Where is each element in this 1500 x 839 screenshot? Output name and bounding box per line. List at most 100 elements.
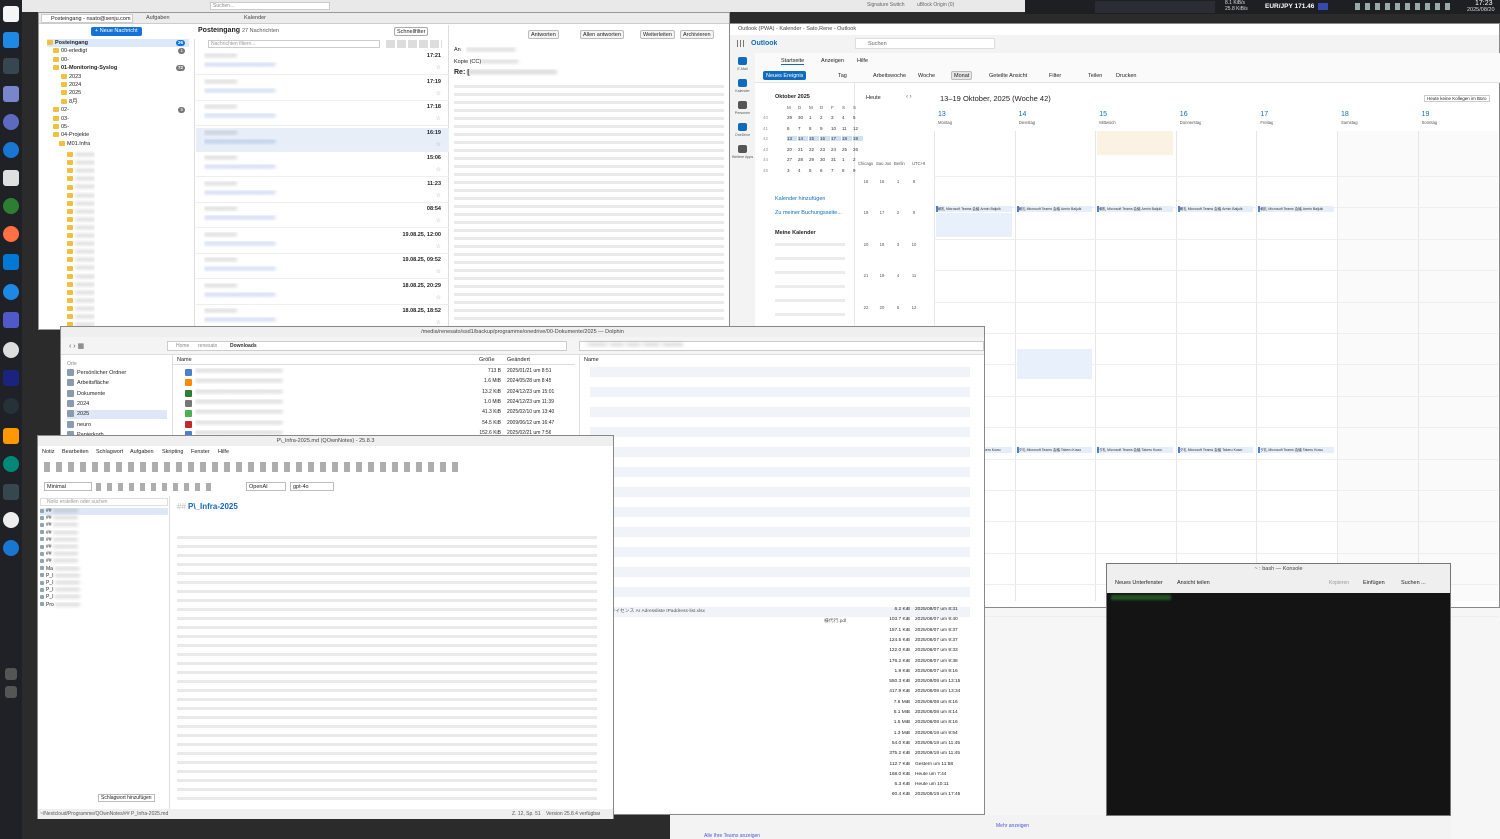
event-morning[interactable]: 朝礼 Microsoft Teams 会議 Armin Baljulk: [936, 206, 1012, 212]
subfolder-item[interactable]: xxxxxxxx: [67, 224, 95, 232]
note-search[interactable]: Notiz erstellen oder suchen: [40, 498, 168, 506]
rail-icon[interactable]: [738, 79, 747, 87]
file-name-blurred[interactable]: xxxxxxxxxxxxxxxxxxxxxxxxxxxxxxxxxxx: [195, 368, 445, 374]
col-name-right[interactable]: Name: [584, 357, 599, 363]
mini-day[interactable]: 3: [831, 115, 841, 120]
subfolder-item[interactable]: xxxxxxxx: [67, 175, 95, 183]
subfolder-item[interactable]: xxxxxxxx: [67, 200, 95, 208]
mini-day[interactable]: 27: [787, 157, 797, 162]
toolbar-button[interactable]: Drucken: [1113, 71, 1139, 80]
subfolder-item[interactable]: xxxxxxxx: [67, 192, 95, 200]
toolbar-button[interactable]: Arbeitswoche: [870, 71, 909, 80]
toolbar-button[interactable]: Teilen: [1085, 71, 1105, 80]
style-select[interactable]: Minimal: [44, 482, 92, 491]
day-number[interactable]: 17: [1260, 111, 1268, 118]
rail-icon[interactable]: [738, 123, 747, 131]
event-block[interactable]: [936, 213, 1012, 237]
tab-calendar[interactable]: Kalender: [235, 14, 327, 23]
mini-day[interactable]: 31: [831, 157, 841, 162]
quickfilter-button[interactable]: Schnellfilter: [394, 27, 429, 36]
folder-item[interactable]: 00-erledigt 1: [53, 47, 189, 55]
day-number[interactable]: 14: [1019, 111, 1027, 118]
note-item[interactable]: ## xxxxxxxxxx: [40, 537, 168, 544]
outlook-search[interactable]: Suchen: [855, 38, 995, 49]
message-row[interactable]: xxxxxxxxxxxx xxxxxxxxxxxxxxxxxxxxxxxxxx 15…: [196, 153, 449, 177]
mini-day[interactable]: 6: [787, 126, 797, 131]
subfolder-item[interactable]: xxxxxxxx: [67, 281, 95, 289]
ai-provider-select[interactable]: OpenAI: [246, 482, 286, 491]
no-colleagues-button[interactable]: Heute keine Kollegen im Büro: [1424, 95, 1490, 102]
folder-item[interactable]: 00-: [53, 56, 189, 64]
star-icon[interactable]: ☆: [436, 166, 441, 173]
breadcrumb-item[interactable]: Home: [176, 343, 189, 349]
outlook-icon[interactable]: [3, 254, 19, 270]
mini-day[interactable]: 25: [842, 147, 852, 152]
message-row[interactable]: xxxxxxxxxxxx xxxxxxxxxxxxxxxxxxxxxxxxxx 17…: [196, 77, 449, 101]
note-item[interactable]: ## xxxxxxxxxx: [40, 530, 168, 537]
date-range[interactable]: 13–19 Oktober, 2025 (Woche 42): [940, 94, 1051, 103]
app-icon-12[interactable]: [3, 342, 19, 358]
day-number[interactable]: 16: [1180, 111, 1188, 118]
breadcrumb-item[interactable]: Downloads: [230, 343, 257, 349]
app-icon-14[interactable]: [3, 398, 19, 414]
more-link[interactable]: Mehr anzeigen: [996, 823, 1029, 829]
subfolder-item[interactable]: xxxxxxxx: [67, 264, 95, 272]
app-icon-3[interactable]: [3, 86, 19, 102]
today-button[interactable]: Heute: [866, 95, 881, 101]
note-item[interactable]: ## xxxxxxxxxx: [40, 522, 168, 529]
note-item[interactable]: Ma xxxxxxxxxx: [40, 566, 168, 573]
subfolder-item[interactable]: xxxxxxxx: [67, 256, 95, 264]
toolbar-button[interactable]: Filter: [1046, 71, 1064, 80]
app-launcher-icon[interactable]: [737, 40, 744, 47]
folder-item[interactable]: 01-Monitoring-Syslog 72: [53, 64, 189, 72]
menu-item[interactable]: Aufgaben: [130, 449, 154, 455]
day-column[interactable]: [1175, 131, 1257, 601]
ai-model-select[interactable]: gpt-4o: [290, 482, 334, 491]
app-icon-19[interactable]: [3, 540, 19, 556]
ublock[interactable]: uBlock Origin (0): [917, 2, 954, 8]
subfolder-item[interactable]: xxxxxxxx: [67, 232, 95, 240]
subfolder-item[interactable]: xxxxxxxx: [67, 289, 95, 297]
place-item[interactable]: Dokumente: [67, 389, 167, 399]
back-forward[interactable]: ‹ › ▦: [69, 342, 114, 350]
tux-icon[interactable]: [3, 6, 19, 22]
col-size[interactable]: Größe: [479, 357, 495, 363]
mini-day[interactable]: 1: [809, 115, 819, 120]
event-evening[interactable]: 夕礼 Microsoft Teams 会議 Takeru Kuwo: [1097, 447, 1173, 453]
event-evening[interactable]: 夕礼 Microsoft Teams 会議 Takeru Kuwo: [1177, 447, 1254, 453]
tab-tasks[interactable]: Aufgaben: [137, 14, 231, 23]
app-icon-13[interactable]: [3, 370, 19, 386]
rail-icon[interactable]: [738, 145, 747, 153]
mini-day[interactable]: 4: [798, 168, 808, 173]
add-calendar[interactable]: Kalender hinzufügen: [775, 196, 825, 202]
mini-day[interactable]: 11: [842, 126, 852, 131]
place-item[interactable]: Arbeitsfläche: [67, 379, 167, 388]
folder-item[interactable]: 2024: [61, 81, 189, 89]
console-icon[interactable]: [3, 484, 19, 500]
mini-day[interactable]: 30: [798, 115, 808, 120]
folder-item[interactable]: M01.Infra: [59, 140, 189, 148]
mini-day[interactable]: 10: [831, 126, 841, 131]
mini-day[interactable]: 13: [787, 136, 797, 141]
message-row[interactable]: xxxxxxxxxxxx xxxxxxxxxxxxxxxxxxxxxxxxxx 11…: [196, 179, 449, 203]
note-item[interactable]: P_I xxxxxxxxxx: [40, 594, 168, 601]
app-icon-6[interactable]: [3, 170, 19, 186]
star-icon[interactable]: ☆: [436, 243, 441, 250]
mini-day[interactable]: 16: [820, 136, 830, 141]
ribbon-tab[interactable]: Startseite: [781, 58, 805, 65]
rail-icon[interactable]: [738, 101, 747, 109]
star-icon[interactable]: ☆: [436, 192, 441, 199]
star-icon[interactable]: ☆: [436, 64, 441, 71]
toolbar-button[interactable]: Monat: [951, 71, 973, 80]
breadcrumb-item[interactable]: renesato: [198, 343, 217, 349]
star-icon[interactable]: ☆: [436, 90, 441, 97]
menu-item[interactable]: Hilfe: [218, 449, 229, 455]
file-name-suffix[interactable]: 様代行.pdf: [824, 617, 846, 624]
settings-icon[interactable]: [5, 668, 17, 680]
mini-day[interactable]: 8: [842, 168, 852, 173]
subfolder-item[interactable]: xxxxxxxx: [67, 240, 95, 248]
col-date[interactable]: Geändert: [507, 357, 530, 363]
file-name-blurred[interactable]: xxxxxxxxxxxxxxxxxxxxxxxxxxxxxxxxxxx: [195, 420, 445, 426]
right-breadcrumb[interactable]: / xxxxxxx / xxxxx / xxxxx / xxxxxx / xxx…: [579, 341, 984, 351]
menu-item[interactable]: Fenster: [191, 449, 210, 455]
